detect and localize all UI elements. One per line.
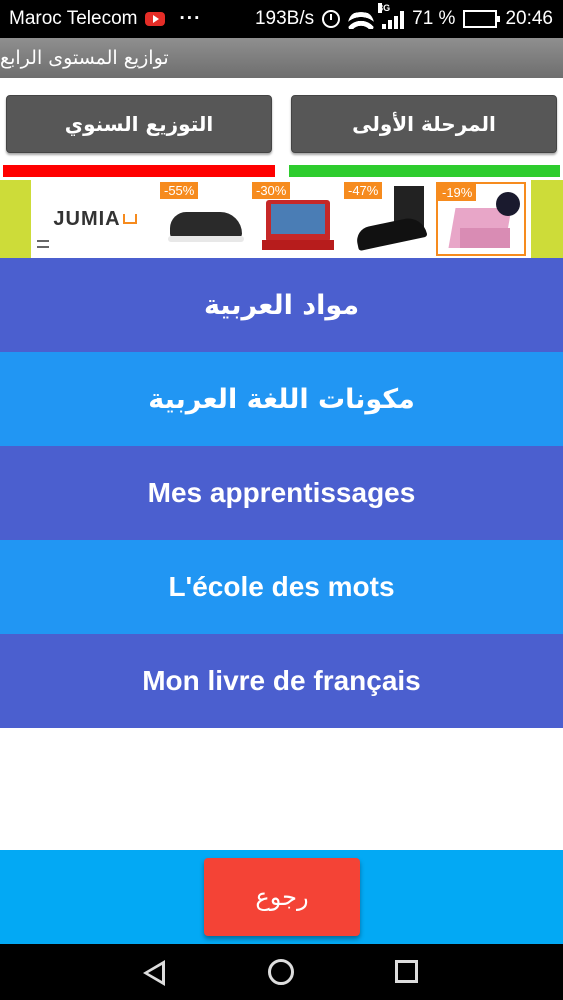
- top-buttons: التوزيع السنوي المرحلة الأولى: [0, 95, 563, 155]
- back-button[interactable]: رجوع: [204, 858, 360, 936]
- footer-bar: رجوع: [0, 850, 563, 944]
- right-indicator-bar: [289, 165, 560, 177]
- carrier-name: Maroc Telecom: [9, 8, 138, 29]
- discount-badge: -47%: [344, 182, 383, 199]
- clock: 20:46: [505, 8, 553, 29]
- main-menu: مواد العربية مكونات اللغة العربية Mes ap…: [0, 258, 563, 728]
- shoe-sole: [168, 236, 244, 242]
- cart-icon: [122, 214, 137, 224]
- tablet-icon: [496, 192, 520, 216]
- shoe-image: [170, 212, 242, 238]
- battery-icon: [463, 10, 501, 28]
- ad-product-keyboard-case[interactable]: -30%: [252, 182, 342, 256]
- more-notifications-icon: ···: [179, 8, 202, 29]
- menu-item-mes-apprentissages[interactable]: Mes apprentissages: [0, 446, 563, 540]
- alarm-icon: [322, 10, 341, 28]
- ad-product-shoe[interactable]: -55%: [160, 182, 250, 256]
- keyboard-image: [262, 240, 334, 250]
- annual-distribution-button[interactable]: التوزيع السنوي: [6, 95, 272, 153]
- jumia-logo: JUMIA: [53, 207, 121, 230]
- tablet-screen: [271, 204, 325, 234]
- left-indicator-bar: [3, 165, 275, 177]
- network-type: 3G: [378, 3, 391, 13]
- back-nav-icon[interactable]: [143, 960, 165, 986]
- home-nav-icon[interactable]: [268, 959, 294, 985]
- ad-banner[interactable]: JUMIA -55% -30% -47% -19%: [0, 180, 563, 258]
- signal-icon: 3G: [378, 3, 405, 29]
- youtube-notification-icon: [145, 12, 166, 26]
- ad-product-dark-shoe[interactable]: -47%: [344, 182, 434, 256]
- navigation-bar: [0, 944, 563, 1000]
- ad-content[interactable]: JUMIA -55% -30% -47% -19%: [31, 180, 531, 258]
- status-bar: Maroc Telecom ··· 193B/s 3G 71 % 20:46: [0, 0, 563, 38]
- discount-badge: -55%: [160, 182, 199, 199]
- network-speed: 193B/s: [254, 8, 315, 29]
- dress-shoe-image: [354, 214, 428, 252]
- menu-item-arabic-language-components[interactable]: مكونات اللغة العربية: [0, 352, 563, 446]
- ad-brand[interactable]: JUMIA: [31, 180, 159, 258]
- battery-percent: 71 %: [412, 8, 456, 29]
- menu-item-livre-de-francais[interactable]: Mon livre de français: [0, 634, 563, 728]
- page-title-bar: توازيع المستوى الرابع: [0, 38, 563, 78]
- page-title: توازيع المستوى الرابع: [0, 47, 169, 69]
- recent-apps-icon[interactable]: [395, 960, 418, 983]
- discount-badge: -30%: [252, 182, 291, 199]
- ad-product-tablet-case[interactable]: -19%: [436, 182, 526, 256]
- pink-case-stand: [460, 228, 510, 248]
- phase-one-button[interactable]: المرحلة الأولى: [291, 95, 557, 153]
- ad-menu-icon[interactable]: [37, 240, 49, 248]
- wifi-icon: [348, 9, 375, 29]
- discount-badge: -19%: [438, 184, 477, 201]
- menu-item-ecole-des-mots[interactable]: L'école des mots: [0, 540, 563, 634]
- menu-item-arabic-subjects[interactable]: مواد العربية: [0, 258, 563, 352]
